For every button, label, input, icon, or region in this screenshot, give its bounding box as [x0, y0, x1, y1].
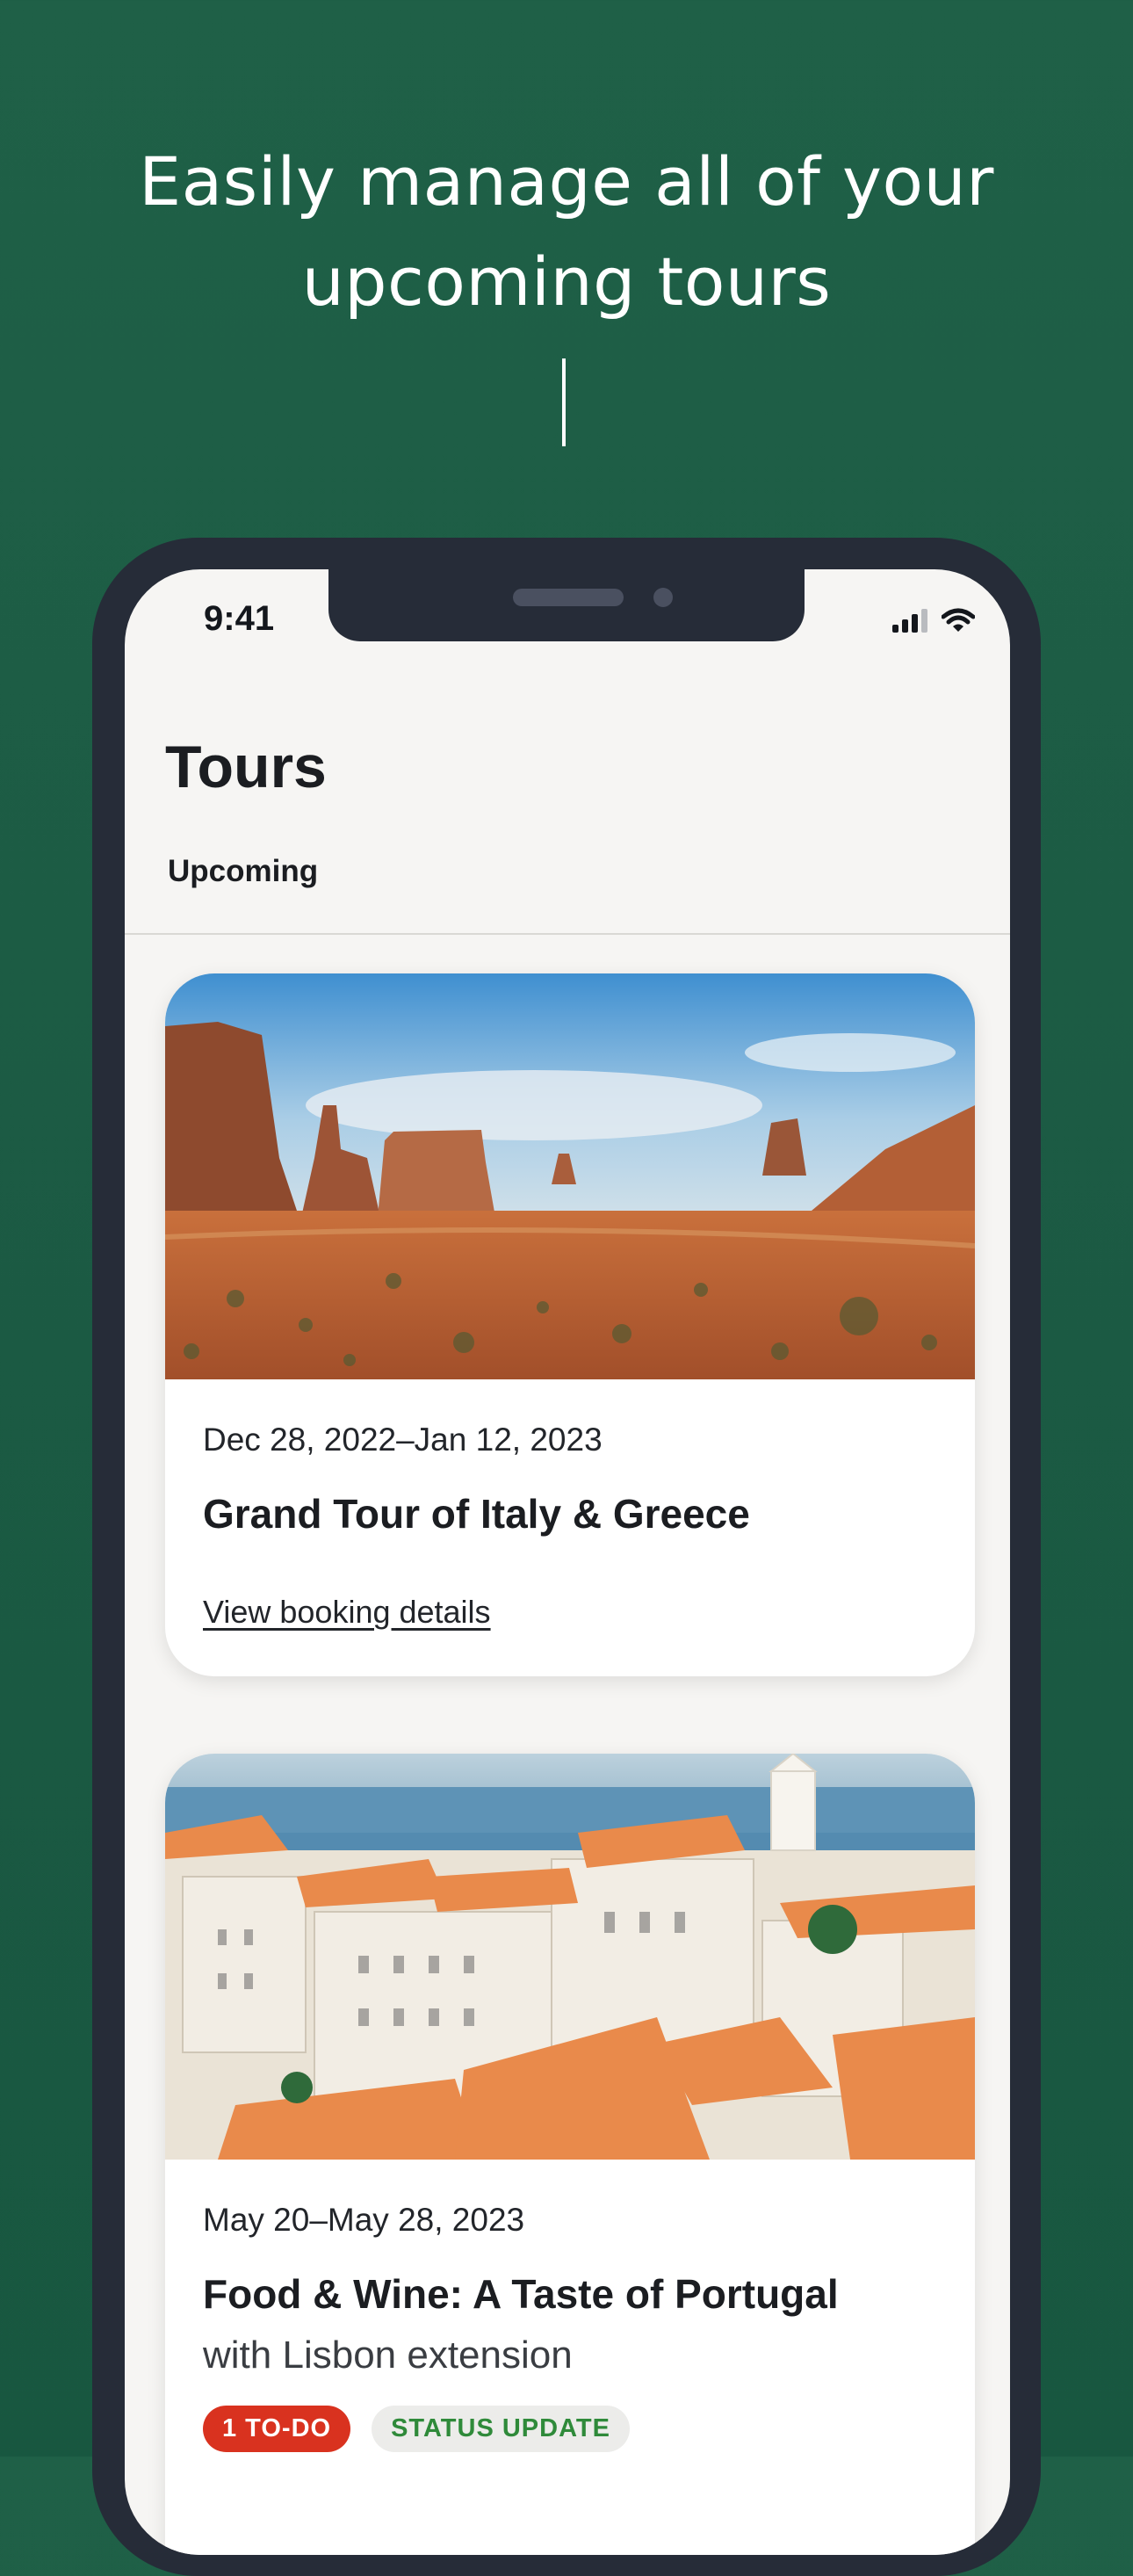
status-update-badge[interactable]: STATUS UPDATE	[372, 2406, 630, 2452]
todo-badge[interactable]: 1 TO-DO	[203, 2406, 351, 2452]
tour-dates: Dec 28, 2022–Jan 12, 2023	[203, 1422, 603, 1458]
tour-title: Food & Wine: A Taste of Portugal	[203, 2271, 839, 2317]
view-booking-details-link[interactable]: View booking details	[203, 1594, 491, 1631]
speaker-grille	[513, 589, 624, 606]
status-icons	[892, 608, 975, 633]
header-divider	[125, 933, 1010, 935]
phone-screen: 9:41 Tours Upcoming Dec 28, 2022–Jan 12,…	[125, 569, 1010, 2555]
cellular-signal-icon	[892, 609, 927, 633]
tour-image-lisbon	[165, 1754, 975, 2160]
status-time: 9:41	[204, 599, 275, 638]
hero-headline: Easily manage all of your upcoming tours	[0, 132, 1133, 332]
tour-card[interactable]: May 20–May 28, 2023 Food & Wine: A Taste…	[165, 1754, 975, 2555]
tour-title: Grand Tour of Italy & Greece	[203, 1491, 750, 1537]
hero-headline-line2: upcoming tours	[301, 242, 832, 321]
front-camera	[653, 588, 673, 607]
phone-notch	[328, 569, 805, 641]
hero-headline-line1: Easily manage all of your	[139, 142, 994, 221]
tab-upcoming[interactable]: Upcoming	[168, 854, 318, 889]
tour-subtitle: with Lisbon extension	[203, 2334, 573, 2377]
page-title: Tours	[165, 734, 327, 800]
wifi-icon	[942, 608, 975, 632]
tour-dates: May 20–May 28, 2023	[203, 2202, 525, 2238]
headline-divider	[562, 358, 566, 446]
tour-card[interactable]: Dec 28, 2022–Jan 12, 2023 Grand Tour of …	[165, 973, 975, 1676]
tour-image-desert	[165, 973, 975, 1379]
badge-row: 1 TO-DO STATUS UPDATE	[203, 2406, 630, 2452]
